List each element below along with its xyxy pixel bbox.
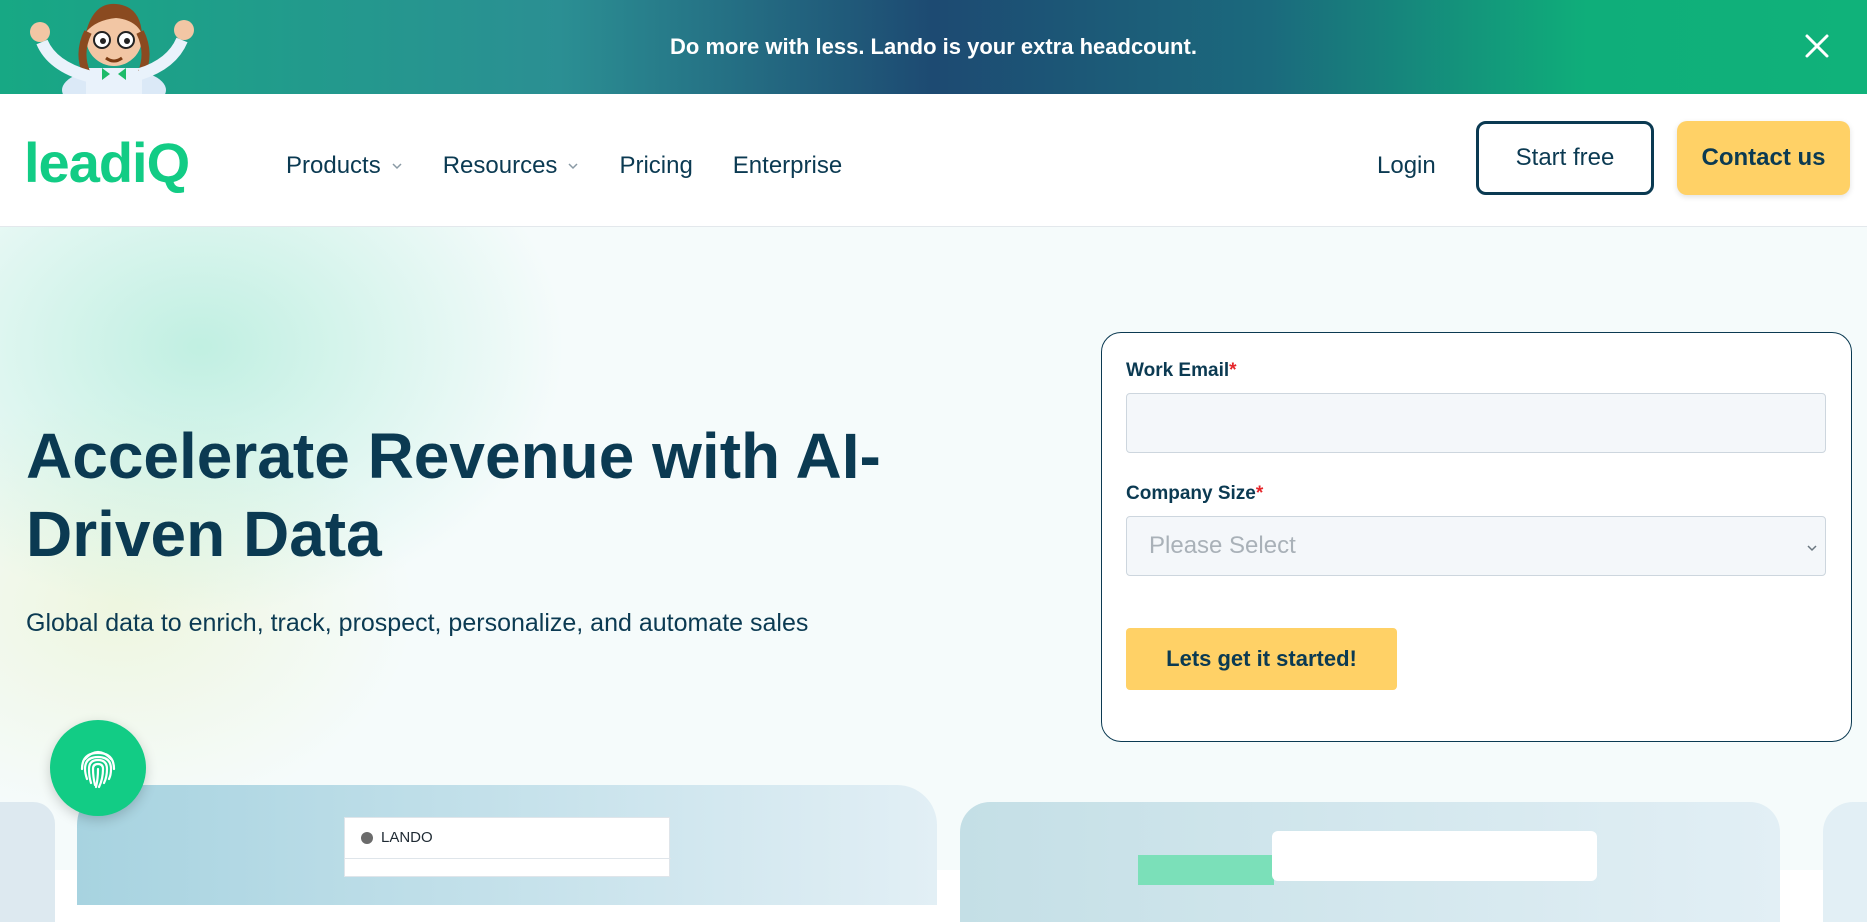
nav-pricing[interactable]: Pricing xyxy=(619,152,692,180)
chevron-down-icon xyxy=(568,163,578,170)
company-size-select[interactable]: Please Select xyxy=(1126,516,1826,576)
work-email-input[interactable] xyxy=(1126,393,1826,453)
signup-form: Work Email* Company Size* Please Select … xyxy=(1101,332,1852,742)
company-size-label: Company Size* xyxy=(1126,483,1264,504)
preview-panel xyxy=(1272,831,1597,881)
nav-resources-label: Resources xyxy=(442,152,558,179)
chevron-down-icon xyxy=(1807,545,1817,552)
contact-us-button[interactable]: Contact us xyxy=(1677,121,1850,195)
close-icon[interactable] xyxy=(1801,30,1833,62)
nav-resources[interactable]: Resources xyxy=(443,152,580,180)
hero-subtitle: Global data to enrich, track, prospect, … xyxy=(26,609,809,637)
nav-enterprise-label: Enterprise xyxy=(732,152,843,179)
preview-card xyxy=(1823,802,1867,922)
fingerprint-icon xyxy=(80,750,116,789)
status-dot xyxy=(361,832,373,844)
company-size-placeholder: Please Select xyxy=(1149,532,1296,559)
mascot-illustration xyxy=(30,3,194,94)
hero-title: Accelerate Revenue with AI-Driven Data xyxy=(26,420,881,570)
required-mark: * xyxy=(1255,483,1264,504)
site-header: leadiQ Products Resources Pricing Enterp… xyxy=(0,94,1867,227)
work-email-label: Work Email* xyxy=(1126,360,1237,381)
submit-button[interactable]: Lets get it started! xyxy=(1126,628,1397,690)
leadiq-logo[interactable]: leadiQ xyxy=(24,130,190,195)
start-free-button[interactable]: Start free xyxy=(1476,121,1654,195)
preview-tag xyxy=(1138,855,1274,885)
promo-banner: Do more with less. Lando is your extra h… xyxy=(0,0,1867,94)
nav-pricing-label: Pricing xyxy=(619,152,693,179)
main-nav: Products Resources Pricing Enterprise xyxy=(286,152,842,180)
nav-enterprise[interactable]: Enterprise xyxy=(733,152,842,180)
fingerprint-button[interactable] xyxy=(50,720,146,816)
lando-panel: LANDO xyxy=(344,817,671,877)
nav-products-label: Products xyxy=(286,152,381,179)
preview-card xyxy=(0,802,55,922)
lando-label: LANDO xyxy=(381,829,433,846)
chevron-down-icon xyxy=(392,163,402,170)
divider xyxy=(345,858,671,859)
nav-products[interactable]: Products xyxy=(286,152,403,180)
hero-section: Accelerate Revenue with AI-Driven Data G… xyxy=(0,227,1867,922)
required-mark: * xyxy=(1229,360,1237,381)
login-link[interactable]: Login xyxy=(1377,152,1436,180)
promo-text: Do more with less. Lando is your extra h… xyxy=(670,34,1197,59)
